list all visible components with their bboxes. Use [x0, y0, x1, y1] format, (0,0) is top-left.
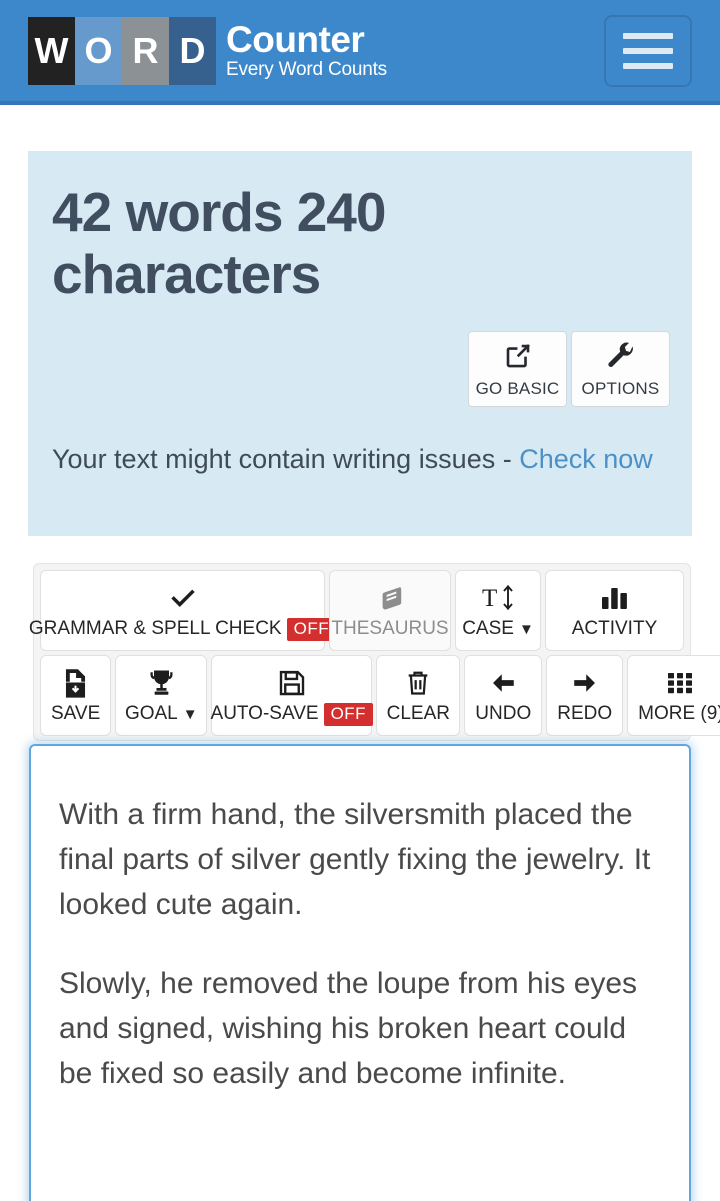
go-basic-button[interactable]: GO BASIC — [468, 331, 567, 407]
label-text: CASE — [462, 618, 514, 639]
chevron-down-icon: ▼ — [518, 620, 534, 638]
go-basic-label: GO BASIC — [475, 379, 560, 398]
editor-paragraph-1: With a firm hand, the silversmith placed… — [59, 798, 651, 921]
auto-save-button[interactable]: AUTO-SAVE OFF — [210, 655, 374, 736]
more-button[interactable]: MORE (9) — [627, 655, 720, 736]
writing-note-text: Your text might contain writing issues - — [52, 444, 520, 474]
thesaurus-label: THESAURUS — [331, 618, 449, 639]
options-button[interactable]: OPTIONS — [571, 331, 670, 407]
menu-bar-3 — [623, 62, 673, 69]
menu-bar-2 — [623, 47, 673, 54]
redo-label: REDO — [557, 703, 613, 724]
case-button[interactable]: T CASE ▼ — [455, 570, 541, 651]
word-count-title: 42 words 240 characters — [52, 181, 386, 306]
bar-chart-icon — [599, 581, 630, 615]
label-text: GRAMMAR & SPELL CHECK — [28, 618, 282, 639]
brand-tagline: Every Word Counts — [226, 59, 387, 81]
editor-toolbar: GRAMMAR & SPELL CHECK OFF THESAURUS T CA… — [29, 563, 720, 741]
case-label: CASE ▼ — [462, 618, 534, 640]
status-badge: OFF — [323, 702, 374, 726]
writing-issues-note: Your text might contain writing issues -… — [52, 441, 668, 478]
label-text: AUTO-SAVE — [210, 703, 319, 724]
grid-icon — [666, 666, 696, 700]
brand-name: Counter — [226, 18, 365, 60]
site-header: W O R D Counter Every Word Counts — [0, 0, 720, 105]
wrench-icon — [606, 339, 636, 373]
floppy-disk-icon — [277, 666, 307, 700]
logo-letter: D — [179, 29, 206, 71]
grammar-spell-check-button[interactable]: GRAMMAR & SPELL CHECK OFF — [29, 570, 337, 651]
undo-button[interactable]: UNDO — [464, 655, 543, 736]
save-label: SAVE — [51, 703, 101, 724]
book-icon — [375, 581, 406, 615]
svg-text:T: T — [482, 585, 497, 612]
save-button[interactable]: SAVE — [40, 655, 112, 736]
chevron-down-icon: ▼ — [182, 705, 198, 723]
thesaurus-button[interactable]: THESAURUS — [329, 570, 451, 651]
redo-button[interactable]: REDO — [546, 655, 624, 736]
editor-paragraph-2: Slowly, he removed the loupe from his ey… — [59, 967, 638, 1090]
logo-tile-o: O — [75, 16, 122, 85]
external-link-icon — [503, 339, 533, 373]
brand-logo[interactable]: W O R D Counter Every Word Counts — [28, 16, 604, 85]
options-label: OPTIONS — [581, 379, 660, 398]
text-height-icon: T — [481, 581, 515, 615]
trash-icon — [404, 666, 432, 700]
undo-label: UNDO — [475, 703, 532, 724]
panel-actions: GO BASIC OPTIONS — [468, 331, 670, 407]
logo-tile-w: W — [28, 16, 75, 85]
summary-panel: 42 words 240 characters GO BASIC OPTIONS… — [28, 151, 692, 536]
brand-text: Counter Every Word Counts — [226, 18, 387, 81]
toolbar-row-1: GRAMMAR & SPELL CHECK OFF THESAURUS T CA… — [29, 570, 684, 651]
logo-tile-r: R — [122, 16, 169, 85]
logo-letter: W — [34, 29, 69, 71]
goal-label: GOAL ▼ — [125, 703, 198, 725]
grammar-spell-check-label: GRAMMAR & SPELL CHECK OFF — [28, 617, 337, 641]
logo-letter: R — [132, 29, 159, 71]
app-root: W O R D Counter Every Word Counts 42 wor… — [0, 0, 720, 1201]
menu-bar-1 — [623, 32, 673, 39]
logo-letter: O — [84, 29, 113, 71]
clear-button[interactable]: CLEAR — [376, 655, 461, 736]
text-editor[interactable]: With a firm hand, the silversmith placed… — [29, 744, 691, 1201]
checkmark-icon — [168, 581, 198, 615]
logo-tiles: W O R D — [28, 16, 216, 85]
activity-button[interactable]: ACTIVITY — [545, 570, 684, 651]
more-label: MORE (9) — [638, 703, 720, 724]
auto-save-label: AUTO-SAVE OFF — [210, 702, 374, 726]
logo-tile-d: D — [169, 16, 216, 85]
file-download-icon — [61, 666, 90, 700]
clear-label: CLEAR — [386, 703, 450, 724]
arrow-left-icon — [488, 666, 519, 700]
hamburger-menu-icon[interactable] — [604, 14, 692, 87]
trophy-icon — [146, 666, 177, 700]
arrow-right-icon — [569, 666, 600, 700]
check-now-link[interactable]: Check now — [519, 444, 653, 474]
label-text: GOAL — [124, 703, 178, 724]
toolbar-row-2: SAVE GOAL ▼ AUTO-SAVE OFF CLEAR UNDO RED… — [40, 655, 720, 736]
activity-label: ACTIVITY — [571, 618, 658, 639]
goal-button[interactable]: GOAL ▼ — [115, 655, 208, 736]
